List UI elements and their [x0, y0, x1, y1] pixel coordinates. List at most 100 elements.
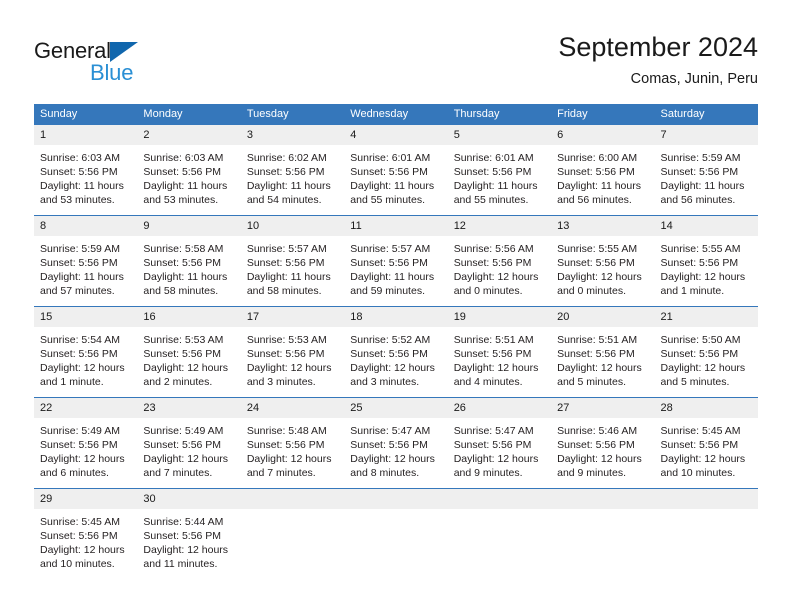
day-number: 14 — [654, 216, 758, 236]
daylight-text-line1: Daylight: 11 hours — [453, 180, 538, 193]
daylight-text-line2: and 58 minutes. — [246, 285, 322, 298]
calendar-day-cell[interactable]: 6 Sunrise: 6:00 AM Sunset: 5:56 PM Dayli… — [551, 125, 655, 216]
day-number: 12 — [447, 216, 552, 236]
day-number — [240, 489, 345, 509]
sunrise-text: Sunrise: 5:45 AM — [40, 516, 120, 528]
sunrise-text: Sunrise: 5:59 AM — [660, 152, 741, 164]
calendar-day-cell[interactable]: 12 Sunrise: 5:56 AM Sunset: 5:56 PM Dayl… — [447, 215, 552, 307]
calendar-day-cell[interactable]: 15 Sunrise: 5:54 AM Sunset: 5:56 PM Dayl… — [34, 306, 138, 398]
daylight-text-line2: and 56 minutes. — [660, 194, 736, 207]
calendar-day-cell[interactable]: 3 Sunrise: 6:02 AM Sunset: 5:56 PM Dayli… — [240, 125, 345, 216]
brand-name-blue: Blue — [90, 60, 134, 85]
day-number — [654, 489, 758, 509]
sunset-text: Sunset: 5:56 PM — [660, 348, 739, 361]
sunset-text: Sunset: 5:56 PM — [453, 257, 532, 270]
sunrise-text: Sunrise: 5:52 AM — [350, 334, 431, 346]
calendar-day-cell[interactable]: 4 Sunrise: 6:01 AM Sunset: 5:56 PM Dayli… — [344, 125, 448, 216]
daylight-text-line1: Daylight: 12 hours — [143, 362, 229, 375]
sunset-text: Sunset: 5:56 PM — [246, 348, 325, 361]
sunrise-text: Sunrise: 5:56 AM — [453, 243, 534, 255]
sunrise-text: Sunrise: 5:44 AM — [143, 516, 224, 528]
calendar-day-cell[interactable]: 7 Sunrise: 5:59 AM Sunset: 5:56 PM Dayli… — [654, 125, 758, 216]
sunset-text: Sunset: 5:56 PM — [350, 257, 428, 270]
day-details: Sunrise: 6:01 AM Sunset: 5:56 PM Dayligh… — [448, 145, 551, 207]
calendar-day-cell[interactable]: 24 Sunrise: 5:48 AM Sunset: 5:56 PM Dayl… — [240, 397, 345, 489]
calendar-day-cell[interactable]: 29 Sunrise: 5:45 AM Sunset: 5:56 PM Dayl… — [34, 488, 138, 579]
calendar-day-cell[interactable]: 21 Sunrise: 5:50 AM Sunset: 5:56 PM Dayl… — [654, 306, 758, 398]
calendar-day-cell[interactable]: 11 Sunrise: 5:57 AM Sunset: 5:56 PM Dayl… — [344, 215, 448, 307]
sunrise-text: Sunrise: 5:47 AM — [453, 425, 534, 437]
brand-logo[interactable]: General Blue — [34, 38, 234, 86]
daylight-text-line1: Daylight: 12 hours — [143, 453, 229, 466]
calendar-day-cell-empty — [551, 488, 655, 579]
sunrise-text: Sunrise: 5:49 AM — [143, 425, 224, 437]
calendar-day-cell[interactable]: 27 Sunrise: 5:46 AM Sunset: 5:56 PM Dayl… — [551, 397, 655, 489]
daylight-text-line1: Daylight: 11 hours — [350, 180, 435, 193]
calendar-day-cell[interactable]: 13 Sunrise: 5:55 AM Sunset: 5:56 PM Dayl… — [551, 215, 655, 307]
calendar-day-cell[interactable]: 18 Sunrise: 5:52 AM Sunset: 5:56 PM Dayl… — [344, 306, 448, 398]
calendar-day-cell[interactable]: 22 Sunrise: 5:49 AM Sunset: 5:56 PM Dayl… — [34, 397, 138, 489]
sunrise-text: Sunrise: 6:03 AM — [40, 152, 120, 164]
calendar-day-cell[interactable]: 14 Sunrise: 5:55 AM Sunset: 5:56 PM Dayl… — [654, 215, 758, 307]
sunset-text: Sunset: 5:56 PM — [350, 439, 428, 452]
day-number: 6 — [551, 125, 655, 145]
page-header: General Blue September 2024 Comas, Junin… — [0, 0, 792, 100]
calendar-day-cell[interactable]: 16 Sunrise: 5:53 AM Sunset: 5:56 PM Dayl… — [137, 306, 241, 398]
calendar-day-cell[interactable]: 26 Sunrise: 5:47 AM Sunset: 5:56 PM Dayl… — [447, 397, 552, 489]
calendar-day-cell[interactable]: 28 Sunrise: 5:45 AM Sunset: 5:56 PM Dayl… — [654, 397, 758, 489]
weekday-header-saturday: Saturday — [654, 104, 758, 125]
day-number: 15 — [34, 307, 138, 327]
sunrise-text: Sunrise: 5:55 AM — [660, 243, 741, 255]
calendar-page: General Blue September 2024 Comas, Junin… — [0, 0, 792, 612]
weekday-header-sunday: Sunday — [34, 104, 138, 125]
calendar-day-cell[interactable]: 17 Sunrise: 5:53 AM Sunset: 5:56 PM Dayl… — [240, 306, 345, 398]
day-number: 2 — [137, 125, 241, 145]
day-details: Sunrise: 5:46 AM Sunset: 5:56 PM Dayligh… — [551, 418, 654, 480]
daylight-text-line2: and 53 minutes. — [40, 194, 115, 207]
calendar-day-cell[interactable]: 9 Sunrise: 5:58 AM Sunset: 5:56 PM Dayli… — [137, 215, 241, 307]
sunset-text: Sunset: 5:56 PM — [453, 166, 532, 179]
sunrise-text: Sunrise: 5:51 AM — [557, 334, 638, 346]
day-number: 27 — [551, 398, 655, 418]
sunrise-text: Sunrise: 5:53 AM — [246, 334, 327, 346]
calendar-day-cell[interactable]: 19 Sunrise: 5:51 AM Sunset: 5:56 PM Dayl… — [447, 306, 552, 398]
calendar-day-cell[interactable]: 1 Sunrise: 6:03 AM Sunset: 5:56 PM Dayli… — [34, 125, 138, 216]
daylight-text-line1: Daylight: 12 hours — [453, 362, 539, 375]
day-number: 11 — [344, 216, 448, 236]
sunrise-sunset-calendar: Sunday Monday Tuesday Wednesday Thursday… — [34, 104, 758, 579]
sunset-text: Sunset: 5:56 PM — [246, 257, 325, 270]
day-details: Sunrise: 5:57 AM Sunset: 5:56 PM Dayligh… — [344, 236, 447, 298]
daylight-text-line1: Daylight: 12 hours — [660, 271, 746, 284]
calendar-day-cell[interactable]: 2 Sunrise: 6:03 AM Sunset: 5:56 PM Dayli… — [137, 125, 241, 216]
day-number — [447, 489, 552, 509]
sunrise-text: Sunrise: 5:53 AM — [143, 334, 224, 346]
calendar-day-cell[interactable]: 25 Sunrise: 5:47 AM Sunset: 5:56 PM Dayl… — [344, 397, 448, 489]
day-number: 3 — [240, 125, 345, 145]
daylight-text-line2: and 11 minutes. — [143, 558, 218, 571]
day-details: Sunrise: 6:03 AM Sunset: 5:56 PM Dayligh… — [137, 145, 240, 207]
calendar-day-cell[interactable]: 5 Sunrise: 6:01 AM Sunset: 5:56 PM Dayli… — [447, 125, 552, 216]
daylight-text-line1: Daylight: 11 hours — [143, 180, 228, 193]
daylight-text-line2: and 1 minute. — [660, 285, 725, 298]
daylight-text-line2: and 2 minutes. — [143, 376, 213, 389]
calendar-day-cell[interactable]: 8 Sunrise: 5:59 AM Sunset: 5:56 PM Dayli… — [34, 215, 138, 307]
daylight-text-line2: and 59 minutes. — [350, 285, 425, 298]
daylight-text-line2: and 7 minutes. — [143, 467, 213, 480]
daylight-text-line2: and 55 minutes. — [453, 194, 529, 207]
day-details: Sunrise: 5:59 AM Sunset: 5:56 PM Dayligh… — [655, 145, 758, 207]
sunrise-text: Sunrise: 6:03 AM — [143, 152, 224, 164]
daylight-text-line2: and 5 minutes. — [660, 376, 730, 389]
daylight-text-line1: Daylight: 12 hours — [453, 271, 539, 284]
calendar-day-cell[interactable]: 23 Sunrise: 5:49 AM Sunset: 5:56 PM Dayl… — [137, 397, 241, 489]
day-details: Sunrise: 5:54 AM Sunset: 5:56 PM Dayligh… — [34, 327, 137, 389]
day-details: Sunrise: 5:51 AM Sunset: 5:56 PM Dayligh… — [448, 327, 551, 389]
calendar-day-cell[interactable]: 30 Sunrise: 5:44 AM Sunset: 5:56 PM Dayl… — [137, 488, 241, 579]
daylight-text-line1: Daylight: 11 hours — [557, 180, 641, 193]
calendar-header-row: Sunday Monday Tuesday Wednesday Thursday… — [34, 104, 758, 125]
sunrise-text: Sunrise: 6:01 AM — [350, 152, 431, 164]
sunrise-text: Sunrise: 5:57 AM — [350, 243, 431, 255]
calendar-day-cell[interactable]: 20 Sunrise: 5:51 AM Sunset: 5:56 PM Dayl… — [551, 306, 655, 398]
calendar-day-cell[interactable]: 10 Sunrise: 5:57 AM Sunset: 5:56 PM Dayl… — [240, 215, 345, 307]
day-details: Sunrise: 5:55 AM Sunset: 5:56 PM Dayligh… — [655, 236, 758, 298]
sunset-text: Sunset: 5:56 PM — [557, 166, 635, 179]
